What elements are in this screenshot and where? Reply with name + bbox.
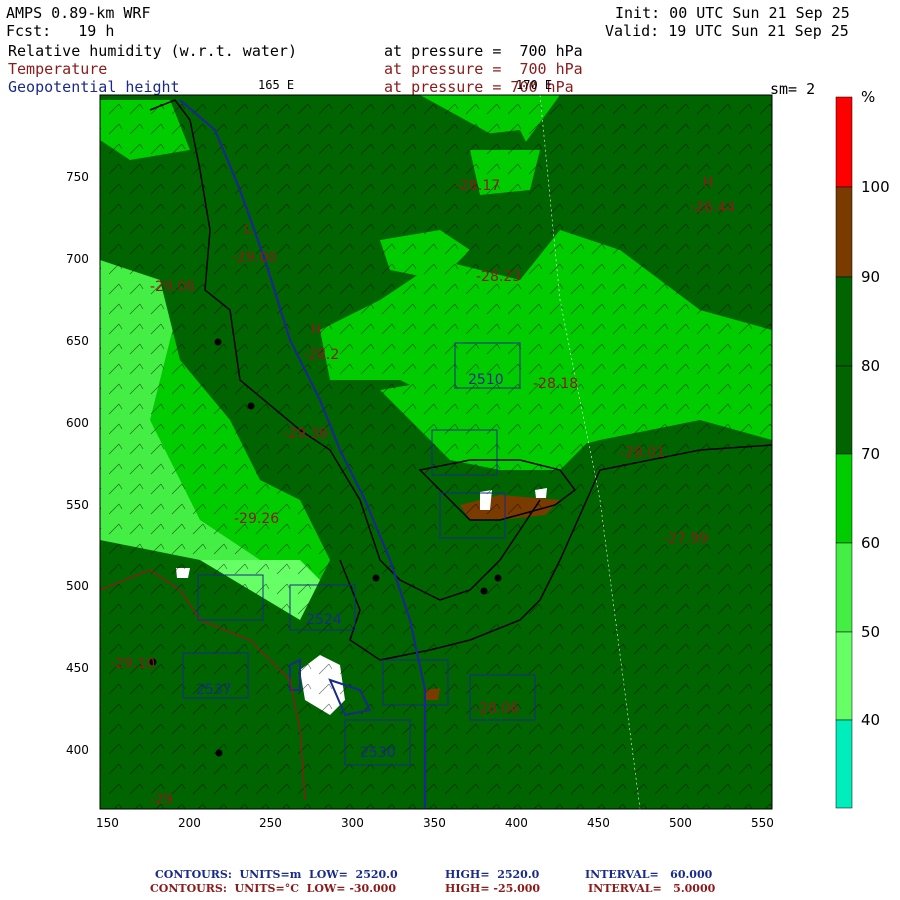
x-tick-label: 250 [259,816,282,830]
colorbar-unit: % [861,88,876,106]
y-tick-label: 750 [66,170,89,184]
contour-label: H [311,322,322,338]
contour-label: 2537 [196,682,232,698]
x-tick-label: 500 [669,816,692,830]
y-tick-label: 500 [66,579,89,593]
footer-temp-high: HIGH= -25.000 [445,882,541,895]
contour-label: -28.2 [303,347,339,363]
y-tick-label: 550 [66,498,89,512]
x-tick-label: 550 [751,816,774,830]
y-tick-label: 600 [66,416,89,430]
contour-label: H [703,175,714,191]
y-tick-label: 650 [66,334,89,348]
contour-label: -28.01 [620,445,665,461]
contour-label: 2530 [360,745,396,761]
contour-label: 2524 [306,612,342,628]
contour-label: -29.06 [150,279,195,295]
colorbar-label: 50 [861,623,881,641]
map-canvas: H -26.44 L -29.00 -29.06 H -28.2 -28.17 … [99,94,853,810]
contour-label: -28.23 [476,269,521,285]
colorbar [835,96,853,809]
footer-temp-interval: INTERVAL= 5.0000 [588,882,716,895]
x-tick-label: 350 [423,816,446,830]
contour-label: -26.44 [690,200,735,216]
contour-label: -29.00 [232,250,277,266]
x-tick-label: 450 [587,816,610,830]
colorbar-label: 100 [861,178,890,196]
y-tick-label: 450 [66,661,89,675]
footer-height-interval: INTERVAL= 60.000 [585,868,713,881]
y-tick-label: 400 [66,743,89,757]
footer-temp-contours: CONTOURS: UNITS=°C LOW= -30.000 [150,882,396,895]
contour-label: -29.10 [110,656,155,672]
colorbar-label: 80 [861,357,881,375]
footer-height-contours: CONTOURS: UNITS=m LOW= 2520.0 [155,868,398,881]
y-tick-label: 700 [66,252,89,266]
x-tick-label: 200 [178,816,201,830]
colorbar-label: 40 [861,711,881,729]
contour-label: L [244,222,252,238]
colorbar-label: 70 [861,445,881,463]
contour-label: -28.18 [533,376,578,392]
rh-field [100,95,772,809]
x-tick-label: 400 [505,816,528,830]
contour-label: -29.26 [234,511,279,527]
footer-height-high: HIGH= 2520.0 [445,868,540,881]
contour-label: 2510 [468,372,504,388]
colorbar-label: 60 [861,534,881,552]
contour-label: -28.17 [455,178,500,194]
contour-label: -29.36 [283,426,328,442]
colorbar-label: 90 [861,268,881,286]
contour-label: -27.99 [663,531,708,547]
x-tick-label: 300 [341,816,364,830]
x-tick-label: 150 [96,816,119,830]
contour-label: -29 [150,792,173,808]
contour-label: -28.06 [474,701,519,717]
